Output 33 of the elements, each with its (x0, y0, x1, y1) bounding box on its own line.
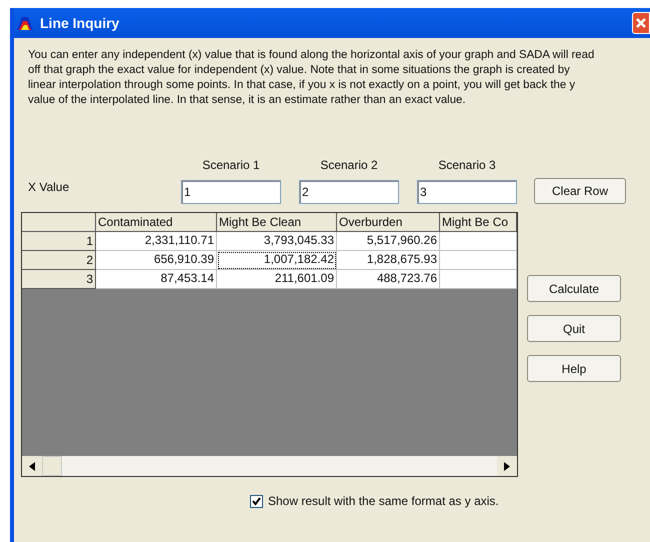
row-header[interactable]: 3 (22, 270, 96, 289)
x-value-label: X Value (28, 179, 70, 196)
scenario-label: Scenario 1 (202, 157, 260, 174)
scenario-label: Scenario 2 (320, 157, 378, 174)
row-header[interactable]: 1 (22, 232, 96, 251)
close-icon[interactable] (632, 12, 650, 34)
scenario-input[interactable]: 1 (181, 180, 281, 204)
table-cell: 2,331,110.71 (96, 232, 217, 251)
table-cell: 3,793,045.33 (217, 232, 337, 251)
description-text: You can enter any independent (x) value that is found along the horizontal axis of your graph and SADA will read off that graph the exact value for independent (x) value. Note that in some situations the graph is created by linear interpolation through some points. In that case, if you x is not exactly on a point, you will get back the y value of the interpolated line. In that sense, it is an estimate rather than an exact value. (28, 48, 596, 108)
table-cell: 87,453.14 (96, 270, 217, 289)
table-cell: 1,007,182.42 (217, 251, 337, 270)
action-button[interactable]: Calculate (527, 275, 621, 302)
app-icon (16, 15, 34, 31)
scenario-input[interactable]: 3 (417, 180, 517, 204)
scroll-left-icon[interactable] (22, 456, 42, 476)
window-title: Line Inquiry (40, 14, 120, 33)
table-cell: 211,601.09 (217, 270, 337, 289)
action-button[interactable]: Quit (527, 315, 621, 342)
action-button[interactable]: Help (527, 355, 621, 382)
table-cell: 656,910.39 (96, 251, 217, 270)
horizontal-scrollbar[interactable] (22, 456, 517, 476)
row-header[interactable]: 2 (22, 251, 96, 270)
scenario-input[interactable]: 2 (299, 180, 399, 204)
table-cell: 5,517,960.26 (337, 232, 440, 251)
scenario-label: Scenario 3 (438, 157, 496, 174)
table-cell: 1,828,675.93 (337, 251, 440, 270)
clear-row-button[interactable]: Clear Row (534, 178, 626, 204)
checkbox-label: Show result with the same format as y axis. (268, 493, 499, 510)
format-checkbox[interactable] (250, 494, 263, 508)
scroll-right-icon[interactable] (497, 456, 517, 476)
table-cell: 488,723.76 (337, 270, 440, 289)
scroll-thumb[interactable] (42, 456, 62, 476)
